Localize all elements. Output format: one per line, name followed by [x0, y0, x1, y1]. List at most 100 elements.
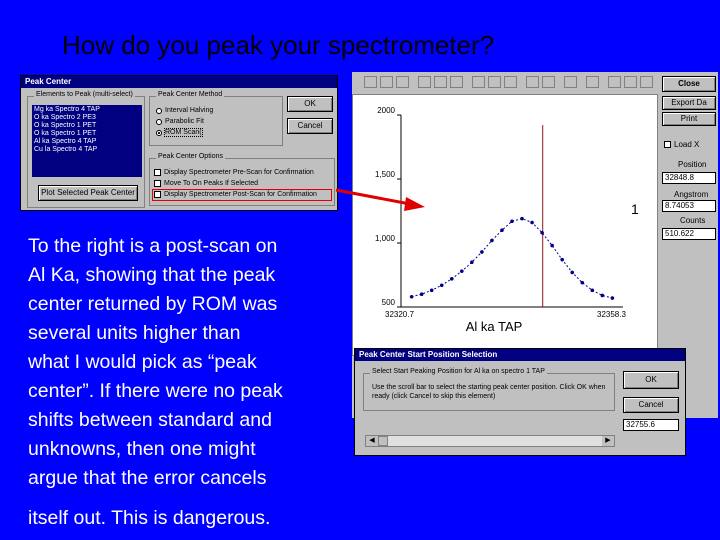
data-point — [600, 293, 605, 298]
list-item[interactable]: O ka Spectro 1 PET — [34, 122, 140, 130]
grid-icon[interactable] — [418, 76, 431, 88]
scroll-left-icon[interactable]: ◀ — [366, 436, 378, 446]
data-point — [610, 296, 615, 300]
data-point — [500, 228, 504, 232]
checkbox-icon[interactable] — [664, 141, 671, 148]
x-tick-label: 32320.7 — [385, 310, 414, 319]
ok-button[interactable]: OK — [287, 96, 333, 112]
load-checkbox[interactable]: Load X — [664, 140, 699, 149]
data-point — [540, 230, 544, 235]
line-chart-icon[interactable] — [488, 76, 501, 88]
start-position-scrollbar[interactable]: ◀ ▶ — [365, 435, 615, 447]
peak-scan-chart: 500 1,000 1,500 2000 32320.7 32358.3 Al ka TAP — [375, 106, 627, 334]
zoom-icon[interactable] — [564, 76, 577, 88]
option-move-to-on-peaks[interactable]: Move To On Peaks If Selected — [154, 180, 258, 187]
method-label: Parabolic Fit — [165, 118, 204, 125]
method-option-rom-scan[interactable]: ROM Scan( — [156, 128, 203, 137]
data-point — [409, 294, 414, 299]
grid-icon[interactable] — [450, 76, 463, 88]
data-point — [460, 269, 464, 273]
option-label: Move To On Peaks If Selected — [164, 180, 259, 187]
ok-button[interactable]: OK — [623, 371, 679, 389]
angstrom-field: 8.74053 — [662, 200, 716, 212]
body-line: center returned by ROM was — [28, 293, 278, 315]
plot-area: 500 1,000 1,500 2000 32320.7 32358.3 Al ka TAP… — [352, 94, 658, 356]
bar-chart-icon[interactable] — [380, 76, 393, 88]
list-item[interactable]: Al ka Spectro 4 TAP — [34, 138, 140, 146]
data-point — [439, 283, 444, 288]
data-point — [449, 277, 454, 281]
start-position-dialog: Peak Center Start Position Selection Sel… — [354, 348, 686, 456]
print-button[interactable]: Print — [662, 112, 716, 126]
data-point — [570, 270, 575, 275]
post-scan-highlight-box — [152, 189, 332, 201]
method-option-parabolic-fit[interactable]: Parabolic Fit — [156, 118, 204, 125]
list-item[interactable]: O ka Spectro 1 PET — [34, 130, 140, 138]
scroll-right-icon[interactable]: ▶ — [602, 436, 614, 446]
cancel-button[interactable]: Cancel — [287, 118, 333, 134]
option-pre-scan[interactable]: Display Spectrometer Pre-Scan for Confir… — [154, 169, 314, 176]
peak-center-dialog: Peak Center Elements to Peak (multi-sele… — [20, 75, 338, 211]
data-point — [550, 243, 554, 248]
data-point — [470, 260, 474, 264]
body-line: what I would pick as “peak — [28, 351, 257, 373]
scroll-thumb[interactable] — [378, 436, 388, 446]
method-label: Interval Halving — [165, 107, 214, 114]
method-option-interval-halving[interactable]: Interval Halving — [156, 107, 213, 114]
bar-chart-icon[interactable] — [364, 76, 377, 88]
start-position-group-label: Select Start Peaking Position for Al ka … — [370, 368, 547, 375]
grid-icon[interactable] — [434, 76, 447, 88]
peak-center-titlebar: Peak Center — [21, 76, 337, 88]
toolbar — [352, 72, 658, 94]
method-group-label: Peak Center Method — [156, 91, 225, 98]
data-point — [530, 220, 534, 225]
elements-listbox[interactable]: Mg ka Spectro 4 TAP O ka Spectro 2 PE3 O… — [32, 105, 142, 177]
angstrom-label: Angstrom — [674, 190, 709, 199]
x-tick-label: 32358.3 — [597, 310, 626, 319]
cancel-button[interactable]: Cancel — [623, 397, 679, 413]
list-item[interactable]: O ka Spectro 2 PE3 — [34, 114, 140, 122]
body-line: shifts between standard and — [28, 409, 272, 431]
data-point — [490, 238, 494, 243]
checkbox-icon[interactable] — [154, 180, 161, 187]
legend-icon[interactable] — [526, 76, 539, 88]
y-tick-label: 500 — [382, 298, 396, 307]
series-label: Al ka TAP — [466, 319, 523, 334]
legend-icon[interactable] — [542, 76, 555, 88]
load-label: Load X — [674, 140, 700, 149]
copy-icon[interactable] — [624, 76, 637, 88]
instructions-text: Use the scroll bar to select the startin… — [372, 384, 606, 400]
body-line: itself out. This is dangerous. — [28, 507, 271, 529]
start-position-titlebar: Peak Center Start Position Selection — [355, 349, 685, 361]
y-tick-label: 2000 — [377, 106, 395, 115]
counts-field: 510.622 — [662, 228, 716, 240]
bar-chart-icon[interactable] — [396, 76, 409, 88]
folder-icon[interactable] — [608, 76, 621, 88]
radio-icon[interactable] — [156, 107, 162, 114]
method-group: Peak Center Method Interval Halving Para… — [149, 91, 283, 146]
slide-body: To the right is a post-scan on Al Ka, sh… — [28, 232, 348, 533]
radio-icon[interactable] — [156, 118, 162, 125]
settings-icon[interactable] — [586, 76, 599, 88]
options-group: Peak Center Options Display Spectrometer… — [149, 153, 335, 206]
y-tick-label: 1,500 — [375, 170, 396, 179]
checkbox-icon[interactable] — [154, 169, 161, 176]
options-group-label: Peak Center Options — [156, 153, 225, 160]
export-data-button[interactable]: Export Da — [662, 96, 716, 110]
list-item[interactable]: Mg ka Spectro 4 TAP — [34, 106, 140, 114]
line-chart-icon[interactable] — [472, 76, 485, 88]
body-line: Al Ka, showing that the peak — [28, 264, 276, 286]
plot-selected-peak-center-button[interactable]: Plot Selected Peak Center — [38, 185, 138, 201]
print-icon[interactable] — [640, 76, 653, 88]
start-position-group: Select Start Peaking Position for Al ka … — [363, 368, 615, 411]
radio-selected-icon[interactable] — [156, 129, 162, 136]
slide-title: How do you peak your spectrometer? — [62, 30, 495, 60]
option-label: Display Spectrometer Pre-Scan for Confir… — [164, 169, 314, 176]
data-point — [429, 288, 434, 293]
body-line: several units higher than — [28, 322, 241, 344]
data-point — [590, 288, 595, 293]
position-label: Position — [678, 160, 707, 169]
close-button[interactable]: Close — [662, 76, 716, 92]
list-item[interactable]: Cu la Spectro 4 TAP — [34, 146, 140, 154]
line-chart-icon[interactable] — [504, 76, 517, 88]
